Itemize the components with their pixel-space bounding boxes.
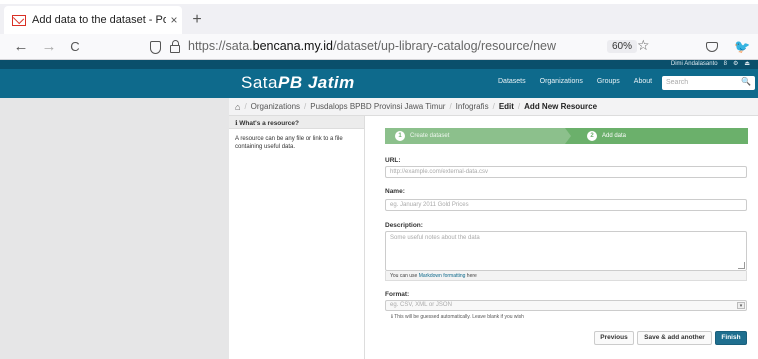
stage-create-dataset: 1 Create dataset xyxy=(385,128,571,144)
brand-prefix: Sata xyxy=(241,73,278,92)
reload-button[interactable]: C xyxy=(66,38,84,56)
site-search-input[interactable]: Search 🔍 xyxy=(662,76,755,90)
new-tab-button[interactable]: + xyxy=(188,11,206,29)
finish-button[interactable]: Finish xyxy=(715,331,747,345)
main-nav: Datasets Organizations Groups About xyxy=(498,78,652,85)
stage-add-data: 2 Add data xyxy=(565,128,748,144)
address-bar[interactable]: https://sata.bencana.my.id/dataset/up-li… xyxy=(188,39,556,53)
pocket-icon[interactable] xyxy=(706,42,718,52)
chevron-down-icon[interactable]: ▾ xyxy=(737,302,745,309)
brand-suffix: PB Jatim xyxy=(277,73,355,92)
bookmark-star-icon[interactable]: ☆ xyxy=(637,37,650,54)
stage-label: Create dataset xyxy=(410,133,450,139)
name-input[interactable]: eg. January 2011 Gold Prices xyxy=(385,199,747,211)
format-placeholder: eg. CSV, XML or JSON xyxy=(390,302,452,308)
url-path: /dataset/up-library-catalog/resource/new xyxy=(333,39,557,53)
nav-organizations[interactable]: Organizations xyxy=(540,78,583,85)
markdown-link[interactable]: Markdown formatting xyxy=(419,273,466,279)
format-note: ℹ This will be guessed automatically. Le… xyxy=(391,314,524,320)
previous-button[interactable]: Previous xyxy=(594,331,634,345)
site-logo[interactable]: SataPB Jatim xyxy=(241,73,355,93)
resource-info-sidebar: ℹ What's a resource? A resource can be a… xyxy=(229,116,365,359)
form-stages: 1 Create dataset 2 Add data xyxy=(385,128,748,144)
url-label: URL: xyxy=(385,157,401,164)
lock-icon[interactable] xyxy=(170,40,180,53)
resize-grip-icon[interactable] xyxy=(738,262,745,269)
breadcrumb-dataset[interactable]: Infografis xyxy=(456,102,489,111)
sidebar-body: A resource can be any file or link to a … xyxy=(235,136,343,150)
zoom-level-button[interactable]: 60% xyxy=(607,40,638,53)
breadcrumb-separator: / xyxy=(244,102,247,111)
page-left-background xyxy=(0,98,229,359)
hint-text-end: here xyxy=(465,273,477,279)
stage-label: Add data xyxy=(602,133,627,139)
breadcrumb-organizations[interactable]: Organizations xyxy=(251,102,300,111)
breadcrumb-separator: / xyxy=(304,102,307,111)
stage-number: 2 xyxy=(587,131,597,141)
account-user[interactable]: Dimi Andalasanto xyxy=(671,60,718,69)
tab-bar: Add data to the dataset - Portal × + xyxy=(0,4,758,34)
tab-close-button[interactable]: × xyxy=(166,13,182,27)
search-icon[interactable]: 🔍 xyxy=(741,77,751,86)
description-textarea[interactable]: Some useful notes about the data xyxy=(385,231,747,271)
url-domain: bencana.my.id xyxy=(252,39,333,53)
hint-text: You can use xyxy=(390,273,419,279)
resource-form: 1 Create dataset 2 Add data URL: http://… xyxy=(365,116,758,359)
account-bar: Dimi Andalasanto 8 ⚙ ⏏ xyxy=(0,60,758,69)
stage-number: 1 xyxy=(395,131,405,141)
breadcrumb-edit[interactable]: Edit xyxy=(499,102,514,111)
account-logout-icon[interactable]: ⏏ xyxy=(744,60,750,69)
description-label: Description: xyxy=(385,222,423,229)
breadcrumb-current[interactable]: Add New Resource xyxy=(524,102,597,111)
breadcrumb: ⌂ / Organizations / Pusdalops BPBD Provi… xyxy=(229,98,758,116)
format-input[interactable]: eg. CSV, XML or JSON ▾ xyxy=(385,300,747,311)
search-placeholder: Search xyxy=(666,79,689,86)
tab-title: Add data to the dataset - Portal xyxy=(32,14,166,26)
tracking-shield-icon[interactable] xyxy=(150,41,161,54)
masthead: SataPB Jatim Datasets Organizations Grou… xyxy=(0,69,758,98)
forward-button[interactable]: → xyxy=(40,38,58,56)
breadcrumb-separator: / xyxy=(492,102,495,111)
home-icon[interactable]: ⌂ xyxy=(235,102,240,112)
url-prefix: https://sata. xyxy=(188,39,253,53)
breadcrumb-organization[interactable]: Pusdalops BPBD Provinsi Jawa Timur xyxy=(310,102,445,111)
format-label: Format: xyxy=(385,291,410,298)
breadcrumb-separator: / xyxy=(517,102,521,111)
description-placeholder: Some useful notes about the data xyxy=(390,235,480,241)
nav-datasets[interactable]: Datasets xyxy=(498,78,526,85)
extension-icon[interactable]: 🐦 xyxy=(734,39,750,55)
sidebar-heading: ℹ What's a resource? xyxy=(229,116,364,129)
nav-groups[interactable]: Groups xyxy=(597,78,620,85)
account-items: Dimi Andalasanto 8 ⚙ ⏏ xyxy=(671,60,750,69)
gmail-icon xyxy=(12,14,26,26)
markdown-hint: You can use Markdown formatting here xyxy=(385,271,747,281)
breadcrumb-separator: / xyxy=(449,102,452,111)
url-input[interactable]: http://example.com/external-data.csv xyxy=(385,166,747,178)
back-button[interactable]: ← xyxy=(12,38,30,56)
browser-tab[interactable]: Add data to the dataset - Portal × xyxy=(4,6,182,34)
account-dashboard[interactable]: 8 xyxy=(724,60,727,69)
name-label: Name: xyxy=(385,188,405,195)
browser-navbar: ← → C https://sata.bencana.my.id/dataset… xyxy=(0,34,758,60)
nav-about[interactable]: About xyxy=(634,78,652,85)
save-add-another-button[interactable]: Save & add another xyxy=(637,331,712,345)
account-settings-icon[interactable]: ⚙ xyxy=(733,60,738,69)
